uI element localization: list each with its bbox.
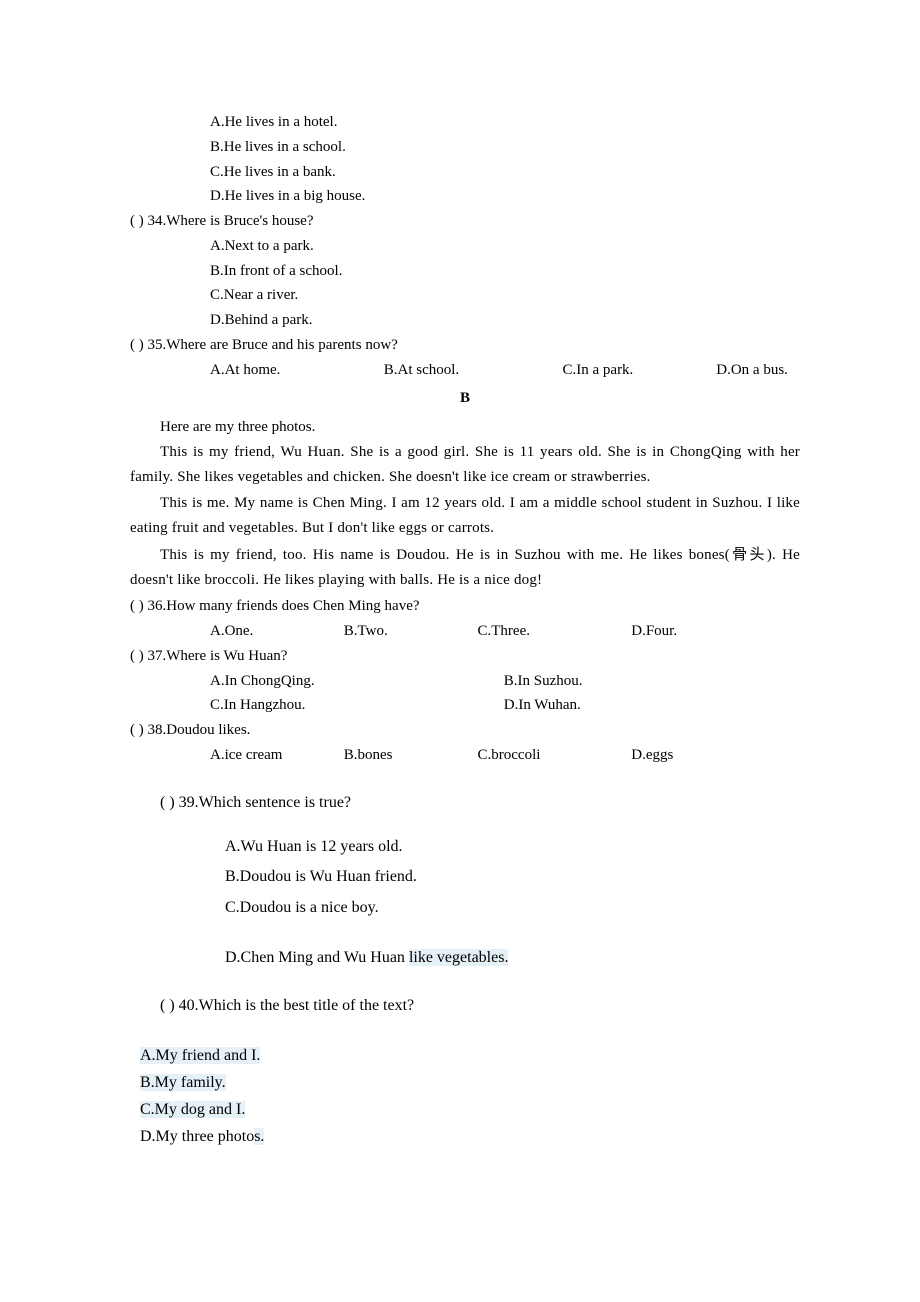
q38-opt-d: D.eggs xyxy=(631,743,673,768)
q38-opt-a: A.ice cream xyxy=(210,743,340,768)
q40-opt-d: D.My three photos. xyxy=(140,1123,800,1150)
q34-stem: ( ) 34.Where is Bruce's house? xyxy=(130,209,800,234)
q37-block: ( ) 37.Where is Wu Huan? A.In ChongQing.… xyxy=(130,644,800,718)
times-section: ( ) 39.Which sentence is true? A.Wu Huan… xyxy=(130,790,800,1151)
q39-opt-b: B.Doudou is Wu Huan friend. xyxy=(225,862,800,892)
q40-opt-c: C.My dog and I. xyxy=(140,1096,800,1123)
passage-p1: Here are my three photos. xyxy=(130,415,800,440)
passage-p3: This is me. My name is Chen Ming. I am 1… xyxy=(130,491,800,541)
q35-block: ( ) 35.Where are Bruce and his parents n… xyxy=(130,333,800,383)
q33-opt-d: D.He lives in a big house. xyxy=(130,184,800,209)
q34-opt-a: A.Next to a park. xyxy=(130,234,800,259)
q36-opt-b: B.Two. xyxy=(344,619,474,644)
passage-b: Here are my three photos. This is my fri… xyxy=(130,415,800,592)
q38-opt-b: B.bones xyxy=(344,743,474,768)
passage-p4: This is my friend, too. His name is Doud… xyxy=(130,543,800,593)
passage-p2: This is my friend, Wu Huan. She is a goo… xyxy=(130,440,800,490)
q37-opt-c: C.In Hangzhou. xyxy=(210,693,500,718)
q36-opt-d: D.Four. xyxy=(631,619,677,644)
q35-opt-a: A.At home. xyxy=(210,358,380,383)
q39-stem: ( ) 39.Which sentence is true? xyxy=(160,790,800,816)
q40-stem: ( ) 40.Which is the best title of the te… xyxy=(160,993,800,1019)
q35-options: A.At home. B.At school. C.In a park. D.O… xyxy=(130,358,800,383)
q40-opt-b: B.My family. xyxy=(140,1069,800,1096)
q39-opt-d: D.Chen Ming and Wu Huan like vegetables. xyxy=(225,945,800,971)
q35-stem: ( ) 35.Where are Bruce and his parents n… xyxy=(130,333,800,358)
q39-opt-c: C.Doudou is a nice boy. xyxy=(225,893,800,923)
q33-opt-c: C.He lives in a bank. xyxy=(130,160,800,185)
q34-opt-c: C.Near a river. xyxy=(130,283,800,308)
q33-opt-b: B.He lives in a school. xyxy=(130,135,800,160)
q40-options: A.My friend and I. B.My family. C.My dog… xyxy=(140,1042,800,1151)
q35-opt-c: C.In a park. xyxy=(563,358,713,383)
q37-row2: C.In Hangzhou. D.In Wuhan. xyxy=(130,693,800,718)
q37-opt-b: B.In Suzhou. xyxy=(504,669,583,694)
q33-options: A.He lives in a hotel. B.He lives in a s… xyxy=(130,110,800,209)
q34-opt-b: B.In front of a school. xyxy=(130,259,800,284)
q37-opt-d: D.In Wuhan. xyxy=(504,693,581,718)
q39-opt-a: A.Wu Huan is 12 years old. xyxy=(225,832,800,862)
q36-block: ( ) 36.How many friends does Chen Ming h… xyxy=(130,594,800,644)
q39-options: A.Wu Huan is 12 years old. B.Doudou is W… xyxy=(225,832,800,923)
highlight-text: like vegetables. xyxy=(409,949,509,966)
section-b-heading: B xyxy=(130,386,800,411)
q38-block: ( ) 38.Doudou likes. A.ice cream B.bones… xyxy=(130,718,800,768)
q40-opt-a: A.My friend and I. xyxy=(140,1042,800,1069)
q36-stem: ( ) 36.How many friends does Chen Ming h… xyxy=(130,594,800,619)
q38-stem: ( ) 38.Doudou likes. xyxy=(130,718,800,743)
q36-opt-c: C.Three. xyxy=(478,619,628,644)
q35-opt-b: B.At school. xyxy=(384,358,559,383)
q35-opt-d: D.On a bus. xyxy=(716,358,788,383)
q37-row1: A.In ChongQing. B.In Suzhou. xyxy=(130,669,800,694)
q34-opt-d: D.Behind a park. xyxy=(130,308,800,333)
q38-options: A.ice cream B.bones C.broccoli D.eggs xyxy=(130,743,800,768)
q37-stem: ( ) 37.Where is Wu Huan? xyxy=(130,644,800,669)
q38-opt-c: C.broccoli xyxy=(478,743,628,768)
q34-block: ( ) 34.Where is Bruce's house? A.Next to… xyxy=(130,209,800,333)
q36-opt-a: A.One. xyxy=(210,619,340,644)
q33-opt-a: A.He lives in a hotel. xyxy=(130,110,800,135)
q36-options: A.One. B.Two. C.Three. D.Four. xyxy=(130,619,800,644)
q37-opt-a: A.In ChongQing. xyxy=(210,669,500,694)
